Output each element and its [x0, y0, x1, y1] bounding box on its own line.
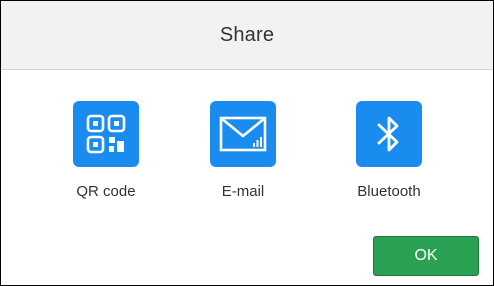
share-dialog: Share QR code E-mail Bluetooth OK [0, 0, 494, 286]
share-option-label: Bluetooth [357, 183, 421, 200]
ok-button[interactable]: OK [373, 236, 479, 276]
email-tile[interactable] [210, 101, 276, 167]
share-option-label: QR code [76, 183, 136, 200]
share-option-bluetooth[interactable]: Bluetooth [329, 101, 449, 201]
dialog-title: Share [219, 23, 275, 46]
envelope-icon [219, 116, 267, 152]
qr-code-icon [86, 114, 126, 154]
dialog-title-bar: Share [1, 1, 493, 70]
share-option-email[interactable]: E-mail [183, 101, 303, 201]
bluetooth-icon [377, 116, 399, 152]
share-option-label: E-mail [221, 183, 265, 200]
bluetooth-tile[interactable] [356, 101, 422, 167]
share-option-qr-code[interactable]: QR code [46, 101, 166, 201]
qr-code-tile[interactable] [73, 101, 139, 167]
